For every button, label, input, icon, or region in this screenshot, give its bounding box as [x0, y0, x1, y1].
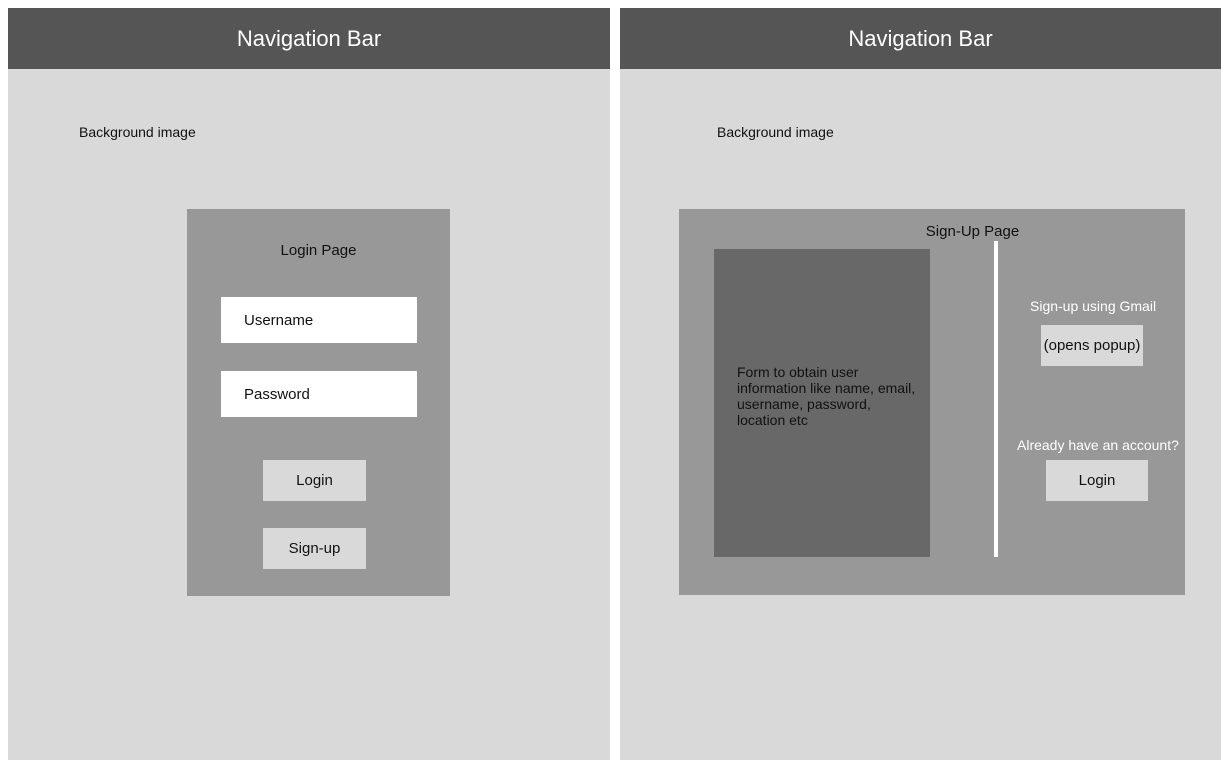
login-button[interactable]: Login [263, 460, 366, 501]
login-page-title: Login Page [280, 242, 357, 259]
signup-card: Sign-Up Page Form to obtain user informa… [679, 209, 1185, 595]
login-card: Login Page Username Password Login Sign-… [187, 209, 450, 596]
login-screen: Navigation Bar Background image Login Pa… [8, 8, 610, 760]
gmail-signup-button[interactable]: (opens popup) [1041, 325, 1143, 366]
already-have-account-label: Already have an account? [1017, 437, 1179, 453]
background-image-label: Background image [79, 124, 196, 140]
password-placeholder: Password [244, 385, 310, 403]
navigation-bar[interactable]: Navigation Bar [8, 8, 610, 69]
background-image-label: Background image [717, 124, 834, 140]
navigation-bar[interactable]: Navigation Bar [620, 8, 1221, 69]
login-button-label: Login [1078, 472, 1116, 489]
login-button-label: Login [296, 472, 333, 489]
signup-form-panel[interactable]: Form to obtain user information like nam… [714, 249, 930, 557]
signup-screen: Navigation Bar Background image Sign-Up … [620, 8, 1221, 760]
form-description: Form to obtain user information like nam… [737, 364, 916, 428]
username-placeholder: Username [244, 311, 314, 329]
username-field[interactable]: Username [221, 297, 417, 343]
gmail-signup-label: Sign-up using Gmail [1030, 298, 1157, 314]
signup-button[interactable]: Sign-up [263, 528, 366, 569]
signup-button-label: Sign-up [288, 540, 341, 557]
login-button[interactable]: Login [1046, 460, 1148, 501]
signup-page-title: Sign-Up Page [925, 223, 1020, 240]
vertical-divider [994, 241, 998, 557]
navigation-bar-title: Navigation Bar [848, 25, 993, 51]
navigation-bar-title: Navigation Bar [236, 25, 382, 51]
gmail-signup-button-label: (opens popup) [1043, 337, 1141, 354]
password-field[interactable]: Password [221, 371, 417, 417]
